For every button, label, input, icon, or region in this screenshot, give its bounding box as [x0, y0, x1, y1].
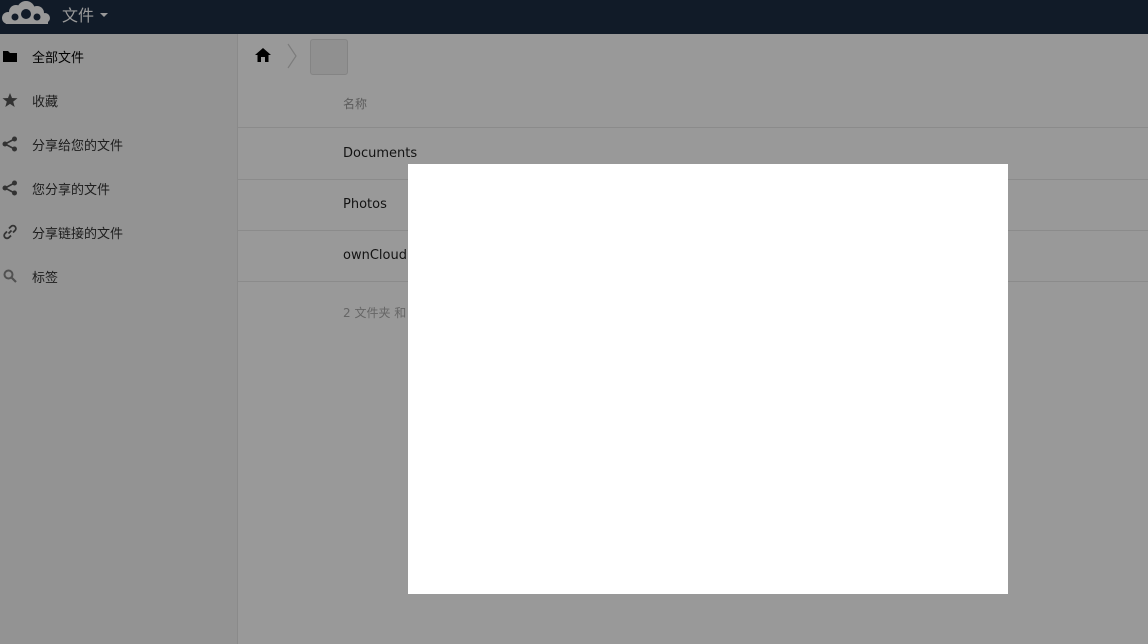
- modal-dialog: [408, 164, 1008, 594]
